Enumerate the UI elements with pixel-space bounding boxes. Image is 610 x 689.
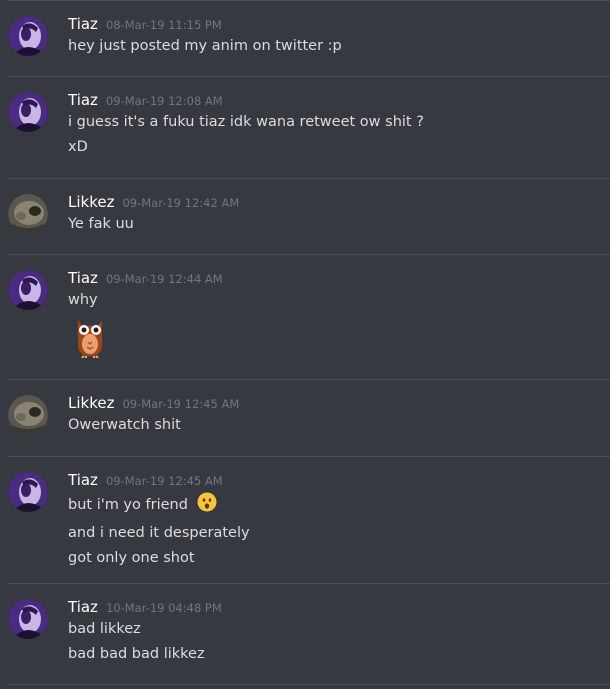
message-text: i guess it's a fuku tiaz idk wana retwee… [68, 114, 424, 130]
username[interactable]: Likkez [68, 394, 114, 412]
timestamp: 09-Mar-19 12:42 AM [122, 196, 240, 210]
username[interactable]: Likkez [68, 193, 114, 211]
message: Tiaz 09-Mar-19 12:45 AM but i'm yo frien… [0, 457, 610, 583]
tiaz-avatar[interactable] [8, 472, 48, 512]
username[interactable]: Tiaz [68, 471, 98, 489]
username[interactable]: Tiaz [68, 269, 98, 287]
message: Likkez 09-Mar-19 12:45 AM Owerwatch shit [0, 380, 610, 456]
message-text: why [68, 292, 98, 308]
timestamp: 08-Mar-19 11:15 PM [105, 18, 222, 32]
message: Tiaz 10-Mar-19 04:48 PM bad likkez bad b… [0, 584, 610, 684]
message-text: bad bad bad likkez [68, 646, 205, 662]
timestamp: 09-Mar-19 12:08 AM [105, 94, 223, 108]
message-text: got only one shot [68, 550, 195, 566]
message: Tiaz 08-Mar-19 11:15 PM hey just posted … [0, 1, 610, 76]
message: Likkez 09-Mar-19 12:42 AM Ye fak uu [0, 179, 610, 254]
message-divider [8, 684, 610, 685]
tiaz-avatar[interactable] [8, 599, 48, 639]
tiaz-avatar[interactable] [8, 16, 48, 56]
message-text: Owerwatch shit [68, 417, 181, 433]
message-text: bad likkez [68, 621, 141, 637]
username[interactable]: Tiaz [68, 15, 98, 33]
message-line-with-emoji: but i'm yo friend [68, 492, 610, 518]
message-text: but i'm yo friend [68, 497, 188, 513]
message-text: xD [68, 139, 88, 155]
chat-log: Tiaz 08-Mar-19 11:15 PM hey just posted … [0, 0, 610, 689]
message-text: Ye fak uu [68, 216, 134, 232]
message: Tiaz 09-Mar-19 12:44 AM why [0, 255, 610, 379]
message-text: and i need it desperately [68, 525, 250, 541]
likkez-avatar[interactable] [8, 395, 48, 435]
tiaz-avatar[interactable] [8, 270, 48, 310]
username[interactable]: Tiaz [68, 598, 98, 616]
username[interactable]: Tiaz [68, 91, 98, 109]
timestamp: 09-Mar-19 12:44 AM [105, 272, 223, 286]
message-text: hey just posted my anim on twitter :p [68, 38, 342, 54]
message: Tiaz 09-Mar-19 12:08 AM i guess it's a f… [0, 77, 610, 178]
owl-emoji[interactable] [72, 314, 610, 362]
hushed-face-emoji[interactable] [197, 492, 217, 518]
timestamp: 09-Mar-19 12:45 AM [122, 397, 240, 411]
likkez-avatar[interactable] [8, 194, 48, 234]
timestamp: 10-Mar-19 04:48 PM [105, 601, 222, 615]
timestamp: 09-Mar-19 12:45 AM [105, 474, 223, 488]
tiaz-avatar[interactable] [8, 92, 48, 132]
